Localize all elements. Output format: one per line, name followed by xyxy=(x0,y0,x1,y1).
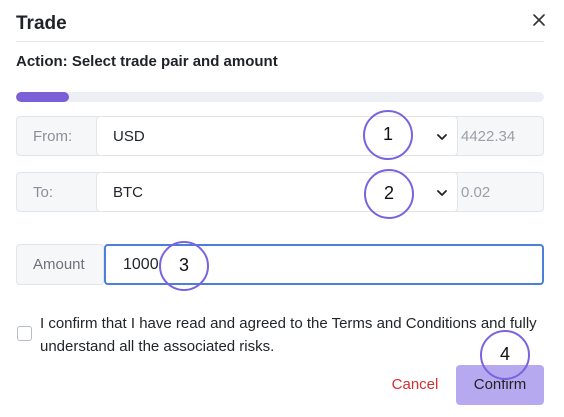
confirm-button[interactable]: Confirm xyxy=(456,365,544,405)
to-row: To: BTC 0.02 xyxy=(16,172,544,212)
chevron-down-icon xyxy=(437,190,447,196)
to-currency-select[interactable]: BTC xyxy=(96,172,458,212)
terms-checkbox[interactable] xyxy=(17,326,32,341)
terms-text: I confirm that I have read and agreed to… xyxy=(40,315,537,355)
close-button[interactable] xyxy=(528,9,550,31)
to-currency-value: BTC xyxy=(113,184,143,201)
chevron-down-icon xyxy=(437,134,447,140)
action-text: Action: Select trade pair and amount xyxy=(16,53,278,70)
to-rate: 0.02 xyxy=(461,184,491,201)
from-rate: 4422.34 xyxy=(461,128,516,145)
to-label: To: xyxy=(33,184,54,201)
progress-bar-fill xyxy=(16,92,69,102)
trade-dialog: Trade Action: Select trade pair and amou… xyxy=(0,0,564,417)
close-icon xyxy=(533,14,545,26)
progress-bar xyxy=(16,92,544,102)
from-row: From: USD 4422.34 xyxy=(16,116,544,156)
from-label: From: xyxy=(33,128,73,145)
amount-row: Amount xyxy=(16,244,544,285)
from-currency-value: USD xyxy=(113,128,145,145)
header-divider xyxy=(16,41,544,42)
amount-input[interactable] xyxy=(104,244,544,285)
amount-label: Amount xyxy=(16,244,104,285)
dialog-title: Trade xyxy=(16,13,67,34)
from-currency-select[interactable]: USD xyxy=(96,116,458,156)
cancel-button[interactable]: Cancel xyxy=(378,368,452,402)
